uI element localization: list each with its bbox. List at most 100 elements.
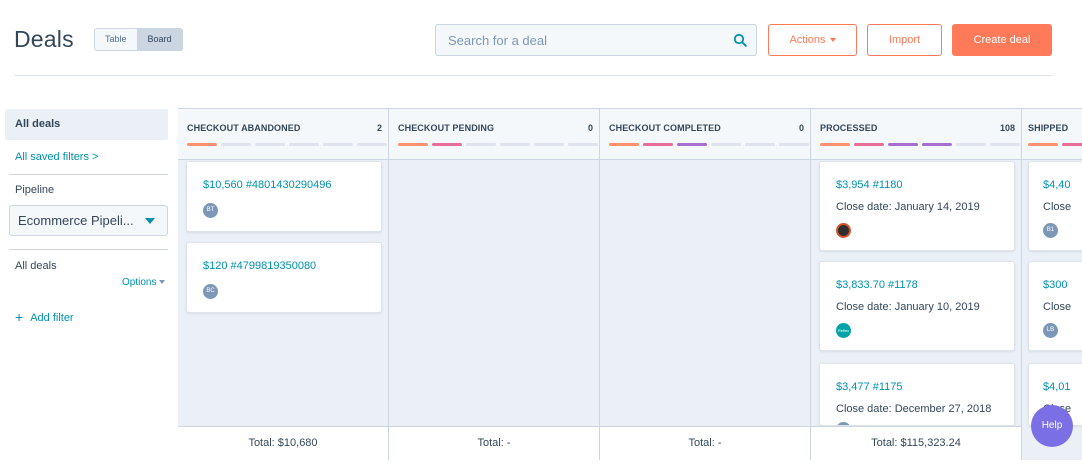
column-header: SHIPPED [1022, 109, 1082, 160]
column-count: 0 [798, 123, 804, 133]
progress-segment [357, 143, 387, 146]
column-count: 0 [587, 123, 593, 133]
company-logo-icon [836, 223, 851, 238]
options-dropdown[interactable]: Options [122, 277, 166, 288]
deal-title[interactable]: $10,560 #4801430290496 [203, 179, 331, 191]
deal-card[interactable]: $10,560 #4801430290496 BT [186, 161, 382, 232]
stage-progress [820, 143, 1020, 146]
chevron-down-icon [829, 38, 836, 43]
deal-title[interactable]: $3,833.70 #1178 [836, 279, 918, 291]
plus-icon: + [15, 309, 24, 325]
divider [9, 249, 168, 250]
saved-filters-link[interactable]: All saved filters > [15, 151, 98, 163]
deal-card[interactable]: $3,954 #1180 Close date: January 14, 201… [819, 161, 1015, 251]
deal-title[interactable]: $4,01 [1043, 381, 1071, 393]
deal-title[interactable]: $120 #4799819350080 [203, 260, 316, 272]
progress-segment [990, 143, 1020, 146]
deal-title[interactable]: $4,40 [1043, 179, 1071, 191]
add-filter-button[interactable]: + Add filter [15, 309, 74, 325]
add-filter-label: Add filter [30, 312, 74, 324]
deal-card[interactable]: $3,477 #1175 Close date: December 27, 20… [819, 363, 1015, 426]
progress-segment [323, 143, 353, 146]
page-header: Deals Table Board Actions Import Create … [0, 0, 1082, 76]
options-label: Options [122, 277, 157, 288]
column-total: Total: - [389, 426, 599, 460]
board-column: PROCESSED 108 $3,954 #1180 Close date: J… [811, 109, 1022, 460]
board-column: CHECKOUT ABANDONED 2 $10,560 #4801430290… [178, 109, 389, 460]
stage-progress [187, 143, 387, 146]
page-title: Deals [14, 26, 74, 52]
avatar: BC [203, 284, 218, 299]
column-total: Total: $10,680 [178, 426, 388, 460]
stage-progress [609, 143, 809, 146]
progress-segment [500, 143, 530, 146]
close-date: Close date: December 27, 2018 [836, 403, 992, 415]
progress-segment [779, 143, 809, 146]
progress-segment [854, 143, 884, 146]
company-logo-icon: Reflex [836, 323, 851, 338]
pipeline-select-value: Ecommerce Pipeli... [18, 213, 134, 228]
search-box [435, 24, 757, 56]
progress-segment [922, 143, 952, 146]
stage-progress [1028, 143, 1082, 146]
sidebar-item-all-deals[interactable]: All deals [5, 109, 168, 140]
column-count: 2 [376, 123, 382, 133]
filter-title: All deals [15, 260, 57, 272]
close-date: Close date: January 10, 2019 [836, 301, 980, 313]
close-date: Close [1043, 201, 1072, 213]
progress-segment [711, 143, 741, 146]
avatar: BT [203, 203, 218, 218]
actions-label: Actions [789, 34, 826, 46]
progress-segment [820, 143, 850, 146]
actions-button[interactable]: Actions [768, 24, 857, 56]
column-name: PROCESSED [820, 123, 878, 133]
board-column: CHECKOUT PENDING 0 Total: - [389, 109, 600, 460]
stage-progress [398, 143, 598, 146]
create-deal-button[interactable]: Create deal [952, 24, 1052, 56]
column-name: SHIPPED [1028, 123, 1069, 133]
table-view-button[interactable]: Table [94, 28, 138, 51]
deals-board: CHECKOUT ABANDONED 2 $10,560 #4801430290… [178, 108, 1082, 460]
avatar: LB [1043, 323, 1058, 338]
help-button[interactable]: Help [1031, 405, 1073, 447]
column-header: CHECKOUT COMPLETED 0 [600, 109, 810, 160]
progress-segment [187, 143, 217, 146]
deal-card[interactable]: $300 Close LB [1028, 261, 1082, 351]
progress-segment [888, 143, 918, 146]
progress-segment [432, 143, 462, 146]
progress-segment [466, 143, 496, 146]
close-date: Close date: January 14, 2019 [836, 201, 980, 213]
progress-segment [956, 143, 986, 146]
column-total: Total: - [600, 426, 810, 460]
progress-segment [255, 143, 285, 146]
deal-card[interactable]: $4,40 Close B1 [1028, 161, 1082, 251]
import-button[interactable]: Import [867, 24, 942, 56]
divider [9, 174, 168, 175]
progress-segment [643, 143, 673, 146]
column-header: CHECKOUT ABANDONED 2 [178, 109, 388, 160]
progress-segment [534, 143, 564, 146]
progress-segment [1028, 143, 1058, 146]
avatar: B1 [1043, 223, 1058, 238]
progress-segment [745, 143, 775, 146]
deal-title[interactable]: $3,477 #1175 [836, 381, 902, 393]
chevron-down-icon [145, 218, 155, 224]
board-column: CHECKOUT COMPLETED 0 Total: - [600, 109, 811, 460]
column-count: 108 [999, 123, 1015, 133]
deal-card[interactable]: $120 #4799819350080 BC [186, 242, 382, 313]
pipeline-label: Pipeline [15, 184, 55, 196]
search-icon[interactable] [733, 33, 747, 47]
board-view-button[interactable]: Board [137, 28, 183, 51]
search-input[interactable] [436, 25, 726, 55]
progress-segment [677, 143, 707, 146]
column-header: PROCESSED 108 [811, 109, 1021, 160]
progress-segment [1062, 143, 1082, 146]
deal-title[interactable]: $300 [1043, 279, 1067, 291]
column-name: CHECKOUT ABANDONED [187, 123, 301, 133]
progress-segment [398, 143, 428, 146]
close-date: Close [1043, 301, 1072, 313]
deal-card[interactable]: $3,833.70 #1178 Close date: January 10, … [819, 261, 1015, 351]
progress-segment [221, 143, 251, 146]
pipeline-select[interactable]: Ecommerce Pipeli... [9, 205, 168, 236]
deal-title[interactable]: $3,954 #1180 [836, 179, 902, 191]
